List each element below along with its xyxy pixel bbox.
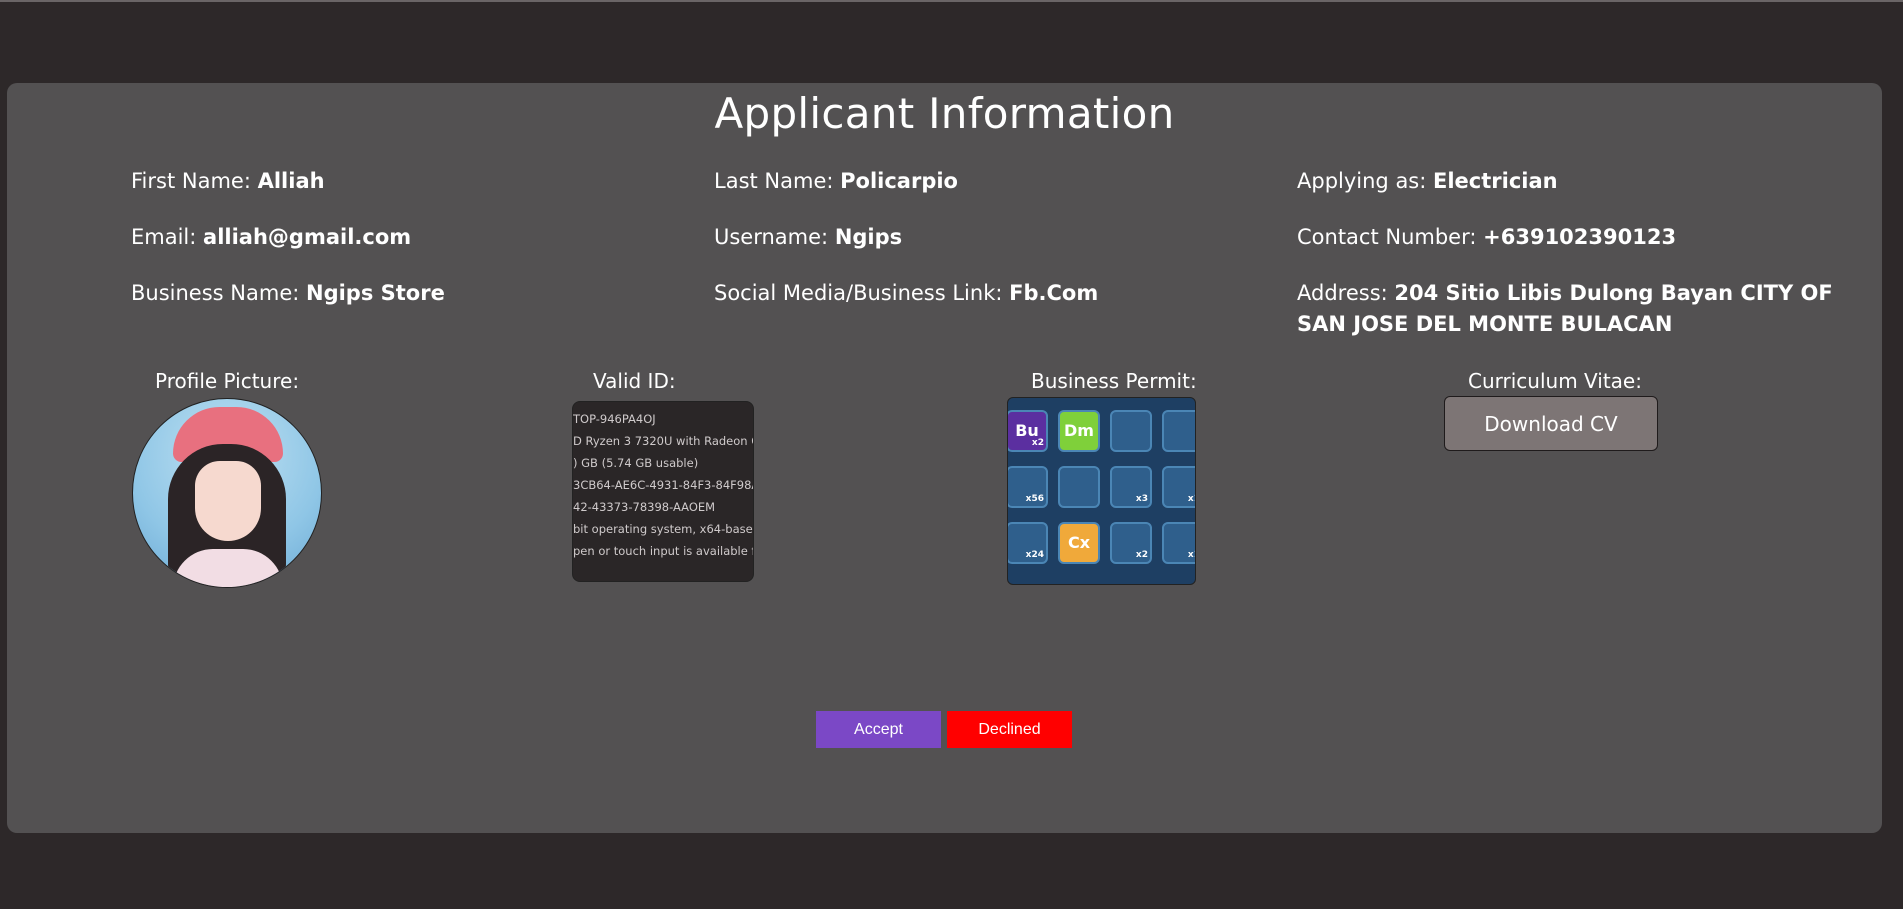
first-name-field: First Name: Alliah xyxy=(131,166,325,197)
applying-as-label: Applying as: xyxy=(1297,169,1427,193)
applicant-card: Applicant Information First Name: Alliah… xyxy=(7,83,1882,833)
permit-tile: x1 xyxy=(1162,522,1195,564)
page-title: Applicant Information xyxy=(714,89,1175,138)
permit-tile xyxy=(1058,466,1100,508)
email-field: Email: alliah@gmail.com xyxy=(131,222,411,253)
email-label: Email: xyxy=(131,225,197,249)
top-border xyxy=(0,0,1903,2)
profile-picture-label: Profile Picture: xyxy=(155,369,300,393)
last-name-field: Last Name: Policarpio xyxy=(714,166,958,197)
business-permit-image: Bux2Dm x56 x3 x1 x24 Cx x2 x1 xyxy=(1007,397,1196,585)
social-link-label: Social Media/Business Link: xyxy=(714,281,1003,305)
address-label: Address: xyxy=(1297,281,1388,305)
permit-tile-badge: x56 xyxy=(1025,494,1044,504)
valid-id-image: TOP-946PA4OJ D Ryzen 3 7320U with Radeon … xyxy=(572,401,754,582)
permit-tile: x3 xyxy=(1110,466,1152,508)
username-value: Ngips xyxy=(834,225,903,249)
permit-tile: x2 xyxy=(1110,522,1152,564)
first-name-value: Alliah xyxy=(257,169,325,193)
business-name-field: Business Name: Ngips Store xyxy=(131,278,445,309)
valid-id-text-line: pen or touch input is available for xyxy=(573,544,754,558)
permit-tile-badge: x24 xyxy=(1025,550,1044,560)
valid-id-label: Valid ID: xyxy=(593,369,676,393)
permit-tile: Bu x2 xyxy=(1008,410,1048,452)
username-field: Username: Ngips xyxy=(714,222,902,253)
business-name-label: Business Name: xyxy=(131,281,300,305)
download-cv-button[interactable]: Download CV xyxy=(1444,396,1658,451)
curriculum-vitae-label: Curriculum Vitae: xyxy=(1468,369,1642,393)
applying-as-field: Applying as: Electrician xyxy=(1297,166,1558,197)
profile-picture xyxy=(132,398,322,588)
permit-tile-badge: x2 xyxy=(1031,438,1044,448)
accept-button[interactable]: Accept xyxy=(816,711,941,748)
permit-tile-badge: x1 xyxy=(1187,494,1195,504)
applying-as-value: Electrician xyxy=(1433,169,1558,193)
permit-tile xyxy=(1162,410,1195,452)
valid-id-text-line: TOP-946PA4OJ xyxy=(573,412,656,426)
social-link-value: Fb.Com xyxy=(1009,281,1099,305)
permit-tile-badge: x2 xyxy=(1135,550,1148,560)
email-value: alliah@gmail.com xyxy=(203,225,412,249)
permit-tile: Dm xyxy=(1058,410,1100,452)
face-shape xyxy=(195,461,261,541)
first-name-label: First Name: xyxy=(131,169,251,193)
social-link-field: Social Media/Business Link: Fb.Com xyxy=(714,278,1098,309)
last-name-value: Policarpio xyxy=(840,169,958,193)
permit-tile: Cx xyxy=(1058,522,1100,564)
permit-tile xyxy=(1110,410,1152,452)
valid-id-text-line: D Ryzen 3 7320U with Radeon Gra xyxy=(573,434,754,448)
valid-id-text-line: ) GB (5.74 GB usable) xyxy=(573,456,699,470)
contact-number-field: Contact Number: +639102390123 xyxy=(1297,222,1676,253)
valid-id-text-line: bit operating system, x64-based p xyxy=(573,522,754,536)
contact-number-label: Contact Number: xyxy=(1297,225,1477,249)
permit-tile-badge: x3 xyxy=(1135,494,1148,504)
contact-number-value: +639102390123 xyxy=(1483,225,1677,249)
permit-tile: x24 xyxy=(1008,522,1048,564)
valid-id-text-line: 42-43373-78398-AAOEM xyxy=(573,500,716,514)
permit-tile-badge: x1 xyxy=(1187,550,1195,560)
permit-tile: x1 xyxy=(1162,466,1195,508)
address-field: Address: 204 Sitio Libis Dulong Bayan CI… xyxy=(1297,278,1867,340)
username-label: Username: xyxy=(714,225,829,249)
decline-button[interactable]: Declined xyxy=(947,711,1072,748)
permit-tile: x56 xyxy=(1008,466,1048,508)
business-permit-label: Business Permit: xyxy=(1031,369,1197,393)
valid-id-text-line: 3CB64-AE6C-4931-84F3-84F98A9 xyxy=(573,478,754,492)
last-name-label: Last Name: xyxy=(714,169,834,193)
business-name-value: Ngips Store xyxy=(306,281,445,305)
